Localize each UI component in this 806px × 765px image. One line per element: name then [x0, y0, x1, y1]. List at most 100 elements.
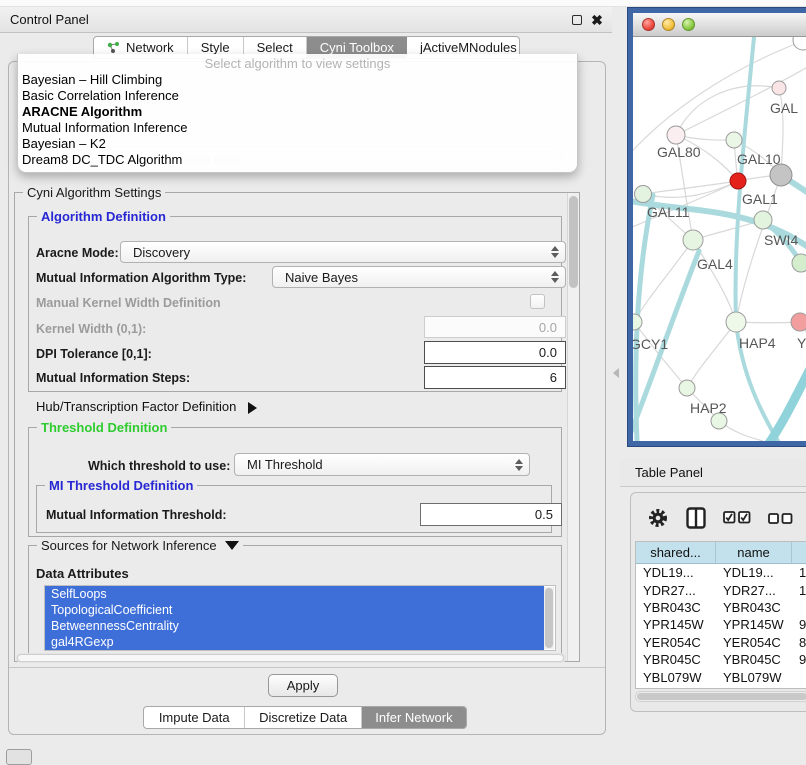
tab-infer-network-label: Infer Network — [375, 710, 452, 725]
node-hap4[interactable] — [726, 312, 746, 332]
algorithm-option[interactable]: Bayesian – K2 — [18, 136, 577, 152]
attribute-item-selected[interactable]: BetweennessCentrality — [45, 618, 544, 634]
float-window-button[interactable] — [570, 13, 584, 27]
kernel-width-label: Kernel Width (0,1): — [36, 322, 146, 336]
table-row[interactable]: YDR27... YDR27... 12 — [636, 581, 806, 598]
mi-steps-field[interactable]: 6 — [424, 366, 566, 389]
node-label: GCY1 — [633, 336, 668, 352]
table-row[interactable]: YBR043C YBR043C — [636, 599, 806, 616]
node-gray[interactable] — [770, 164, 792, 186]
attributes-scrollbar-thumb[interactable] — [545, 588, 553, 648]
gear-icon[interactable] — [647, 507, 669, 532]
divider-line — [9, 667, 605, 668]
network-window-titlebar[interactable] — [633, 13, 806, 37]
corner-mini-button[interactable] — [6, 749, 32, 765]
settings-vertical-scrollbar[interactable] — [567, 193, 579, 661]
cell: YBR045C — [636, 652, 716, 667]
table-row[interactable]: YER054C YER054C 8. — [636, 634, 806, 651]
node-swi4[interactable] — [754, 211, 772, 229]
attribute-item-selected[interactable]: gal4RGexp — [45, 634, 544, 650]
stepper-icon — [515, 459, 523, 471]
column-header-shared-name[interactable]: shared... — [636, 542, 716, 563]
tab-infer-network[interactable]: Infer Network — [362, 707, 466, 728]
node-label: GAL80 — [657, 144, 701, 160]
algorithm-option[interactable]: Basic Correlation Inference — [18, 88, 577, 104]
algorithm-option[interactable]: Dream8 DC_TDC Algorithm — [18, 152, 577, 168]
table-horizontal-scrollbar[interactable] — [635, 691, 806, 702]
cell: YPR145W — [636, 617, 716, 632]
node-y[interactable] — [791, 313, 806, 331]
algorithm-option[interactable]: Bayesian – Hill Climbing — [18, 72, 577, 88]
select-all-checkboxes-icon[interactable] — [723, 511, 751, 527]
table-row[interactable]: YBL079W YBL079W — [636, 668, 806, 685]
cell: YLR345W — [636, 687, 716, 689]
sources-group-header[interactable]: Sources for Network Inference — [37, 538, 243, 553]
node-unlabeled[interactable] — [793, 37, 806, 50]
node-gal10[interactable] — [726, 132, 742, 148]
zoom-window-icon[interactable] — [682, 18, 695, 31]
which-threshold-label: Which threshold to use: — [88, 459, 230, 473]
algorithm-option-selected[interactable]: ARACNE Algorithm — [18, 104, 577, 120]
algorithm-option[interactable]: Mutual Information Inference — [18, 120, 577, 136]
which-threshold-select[interactable]: MI Threshold — [234, 453, 530, 476]
node-gal4[interactable] — [683, 230, 703, 250]
table-header-row: shared... name — [636, 542, 806, 564]
attribute-item-selected[interactable]: TopologicalCoefficient — [45, 602, 544, 618]
tab-impute-data[interactable]: Impute Data — [144, 707, 245, 728]
kernel-width-field[interactable]: 0.0 — [424, 316, 566, 338]
manual-kernel-checkbox[interactable] — [530, 294, 545, 309]
node-label: SWI4 — [764, 232, 798, 248]
table-hscrollbar-thumb[interactable] — [637, 693, 806, 700]
close-window-icon[interactable] — [642, 18, 655, 31]
aracne-mode-select[interactable]: Discovery — [120, 241, 566, 263]
hub-definition-label: Hub/Transcription Factor Definition — [36, 399, 236, 414]
node-gal[interactable] — [772, 81, 786, 95]
close-panel-button[interactable]: ✖ — [590, 13, 604, 27]
splitpane-collapse-handle[interactable] — [613, 368, 619, 378]
manual-kernel-label: Manual Kernel Width Definition — [36, 296, 221, 310]
mi-type-select[interactable]: Naive Bayes — [272, 266, 566, 288]
cell: YDR27... — [716, 583, 792, 598]
table-panel: shared... name YDL19... YDL19... 13 YDR2… — [630, 492, 806, 712]
algorithm-placeholder: Select algorithm to view settings — [18, 54, 577, 72]
cell: YDL19... — [716, 565, 792, 580]
mi-threshold-field[interactable]: 0.5 — [420, 503, 562, 526]
stepper-icon — [551, 246, 559, 258]
node-label: GAL11 — [647, 204, 690, 220]
tab-discretize-data[interactable]: Discretize Data — [245, 707, 361, 728]
clear-checkboxes-icon[interactable] — [768, 512, 793, 527]
column-header-name[interactable]: name — [716, 542, 792, 563]
dpi-tolerance-field[interactable]: 0.0 — [424, 341, 566, 364]
node-label: HAP2 — [690, 400, 727, 416]
node-gcy1[interactable] — [633, 314, 642, 330]
hub-definition-expander[interactable]: Hub/Transcription Factor Definition — [36, 399, 257, 414]
node-hap2[interactable] — [679, 380, 695, 396]
node-gal11[interactable] — [635, 186, 652, 203]
minimize-window-icon[interactable] — [662, 18, 675, 31]
split-columns-icon[interactable] — [686, 507, 706, 532]
node-unlabeled[interactable] — [792, 254, 806, 272]
settings-horizontal-scrollbar[interactable] — [16, 653, 566, 663]
column-header-partial[interactable] — [792, 542, 806, 563]
attribute-item-selected[interactable]: SelfLoops — [45, 586, 544, 602]
data-attributes-list[interactable]: SelfLoops TopologicalCoefficient Between… — [44, 585, 556, 651]
attributes-scrollbar[interactable] — [544, 587, 554, 649]
mi-type-value: Naive Bayes — [285, 270, 358, 285]
table-row[interactable]: YLR345W YLR345W 9. — [636, 686, 806, 689]
apply-button[interactable]: Apply — [268, 674, 338, 697]
mi-threshold-group-title: MI Threshold Definition — [45, 478, 197, 493]
settings-hscrollbar-thumb[interactable] — [17, 654, 564, 662]
network-canvas[interactable]: GAL GAL80 GAL10 GAL1 GAL11 SWI4 GAL4 GCY… — [633, 37, 806, 441]
tab-jactivemnodules-label: jActiveMNodules — [420, 40, 517, 55]
table-row[interactable]: YBR045C YBR045C 9. — [636, 651, 806, 668]
table-row[interactable]: YPR145W YPR145W 9. — [636, 616, 806, 633]
cell: YER054C — [636, 635, 716, 650]
node-gal1[interactable] — [730, 173, 746, 189]
node-gal80[interactable] — [667, 126, 685, 144]
node-attribute-table: shared... name YDL19... YDL19... 13 YDR2… — [635, 541, 806, 689]
table-row[interactable]: YDL19... YDL19... 13 — [636, 564, 806, 581]
settings-scrollbar-thumb[interactable] — [569, 196, 578, 288]
aracne-mode-value: Discovery — [133, 245, 190, 260]
network-view-window[interactable]: GAL GAL80 GAL10 GAL1 GAL11 SWI4 GAL4 GCY… — [628, 8, 806, 446]
node-label: HAP4 — [739, 335, 776, 351]
